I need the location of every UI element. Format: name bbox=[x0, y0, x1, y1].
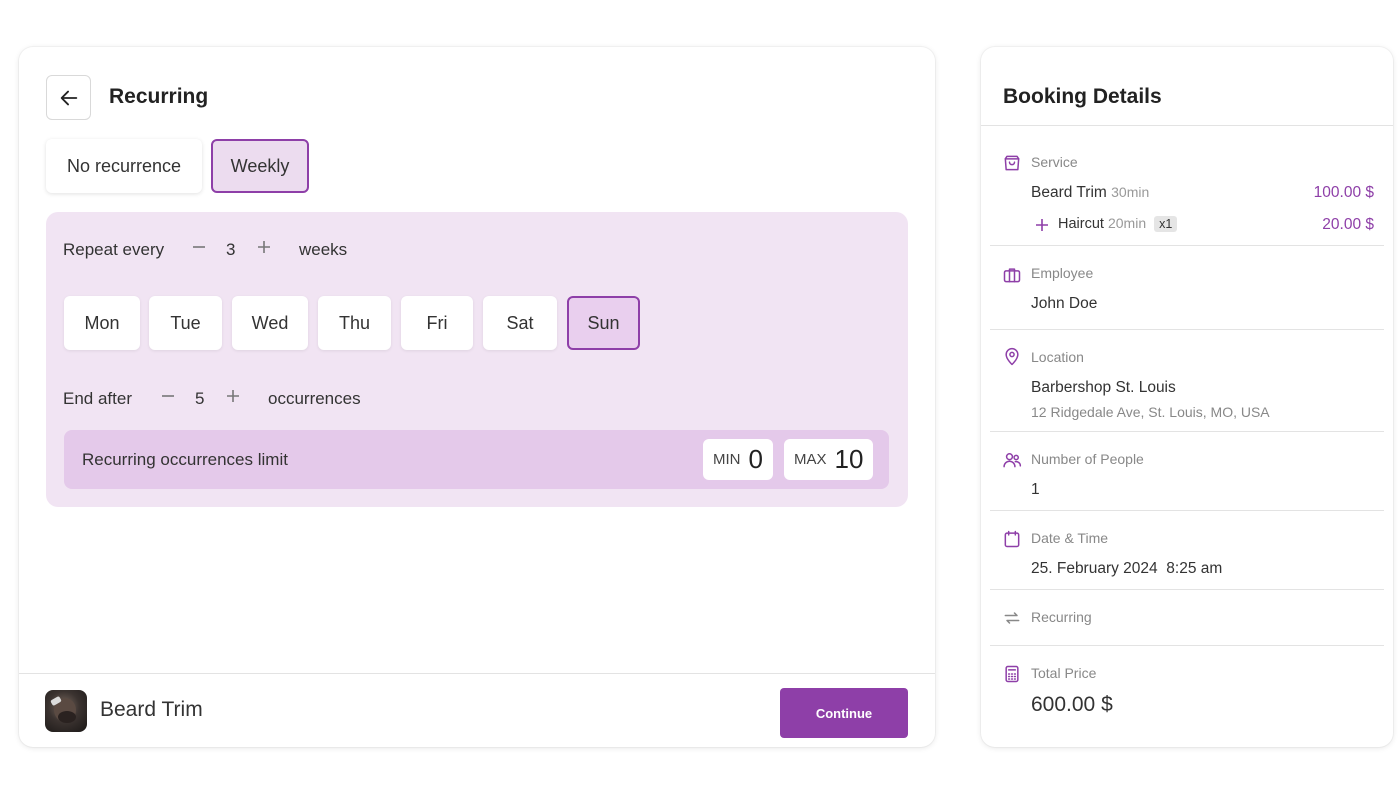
people-value: 1 bbox=[1031, 481, 1040, 498]
extra-quantity-badge: x1 bbox=[1154, 216, 1178, 232]
service-price: 100.00 $ bbox=[1313, 184, 1374, 201]
recurring-card: Recurring No recurrence Weekly Repeat ev… bbox=[19, 47, 935, 747]
plus-icon bbox=[227, 390, 239, 402]
people-label: Number of People bbox=[1031, 451, 1144, 467]
end-after-unit-label: occurrences bbox=[268, 389, 361, 408]
header-divider bbox=[981, 125, 1393, 126]
day-sat[interactable]: Sat bbox=[483, 296, 557, 350]
divider bbox=[990, 245, 1384, 246]
page-title: Recurring bbox=[109, 85, 209, 108]
repeat-every-label: Repeat every bbox=[63, 240, 165, 259]
users-icon bbox=[1003, 453, 1022, 468]
total-label: Total Price bbox=[1031, 665, 1097, 681]
max-limit-box: MAX 10 bbox=[784, 439, 874, 480]
weekly-option[interactable]: Weekly bbox=[211, 139, 309, 193]
day-tue[interactable]: Tue bbox=[149, 296, 222, 350]
booking-details-title: Booking Details bbox=[1003, 85, 1162, 108]
min-value: 0 bbox=[748, 444, 763, 474]
shopping-bag-icon bbox=[1004, 155, 1020, 171]
service-duration: 30min bbox=[1111, 184, 1150, 200]
divider bbox=[990, 329, 1384, 330]
continue-button[interactable]: Continue bbox=[780, 688, 908, 738]
datetime-value: 25. February 2024 8:25 am bbox=[1031, 560, 1222, 578]
min-label: MIN bbox=[713, 451, 741, 468]
employee-label: Employee bbox=[1031, 265, 1094, 281]
divider bbox=[990, 431, 1384, 432]
day-fri[interactable]: Fri bbox=[401, 296, 473, 350]
day-wed[interactable]: Wed bbox=[232, 296, 308, 350]
plus-icon bbox=[258, 241, 270, 253]
recurrence-settings-panel: Repeat every 3 weeks Mon Tue Wed Thu Fri… bbox=[46, 212, 908, 507]
service-label: Service bbox=[1031, 154, 1078, 170]
day-sun[interactable]: Sun bbox=[567, 296, 640, 350]
service-name: Beard Trim bbox=[1031, 184, 1107, 201]
extra-line: Haircut 20min x1 bbox=[1058, 215, 1178, 232]
location-label: Location bbox=[1031, 349, 1084, 365]
time-value: 8:25 am bbox=[1166, 560, 1223, 577]
back-button[interactable] bbox=[46, 75, 91, 120]
minus-icon bbox=[193, 246, 205, 248]
end-after-value: 5 bbox=[195, 389, 205, 408]
no-recurrence-option[interactable]: No recurrence bbox=[46, 139, 202, 193]
footer-divider bbox=[19, 673, 935, 674]
occurrences-limit-bar: Recurring occurrences limit MIN 0 MAX 10 bbox=[64, 430, 889, 489]
extra-duration: 20min bbox=[1107, 215, 1147, 231]
minus-icon bbox=[162, 395, 174, 397]
calculator-icon bbox=[1005, 665, 1019, 683]
day-mon[interactable]: Mon bbox=[64, 296, 140, 350]
employee-value: John Doe bbox=[1031, 295, 1098, 312]
extra-price: 20.00 $ bbox=[1322, 216, 1374, 233]
repeat-icon bbox=[1004, 612, 1020, 624]
calendar-icon bbox=[1004, 530, 1020, 548]
footer-service-name: Beard Trim bbox=[100, 698, 203, 721]
end-after-label: End after bbox=[63, 389, 132, 408]
total-value: 600.00 $ bbox=[1031, 693, 1113, 716]
briefcase-icon bbox=[1003, 268, 1021, 283]
datetime-label: Date & Time bbox=[1031, 530, 1109, 546]
arrow-left-icon bbox=[60, 90, 77, 105]
day-thu[interactable]: Thu bbox=[318, 296, 391, 350]
recurring-label: Recurring bbox=[1031, 609, 1092, 625]
min-limit-box: MIN 0 bbox=[703, 439, 773, 480]
extra-name: Haircut bbox=[1058, 216, 1104, 232]
location-name: Barbershop St. Louis bbox=[1031, 379, 1176, 396]
max-value: 10 bbox=[834, 444, 864, 474]
repeat-unit-label: weeks bbox=[299, 240, 348, 259]
divider bbox=[990, 645, 1384, 646]
map-pin-icon bbox=[1005, 347, 1019, 366]
occurrences-limit-label: Recurring occurrences limit bbox=[82, 450, 288, 469]
end-after-increment-button[interactable] bbox=[225, 388, 241, 408]
service-avatar bbox=[45, 690, 87, 732]
divider bbox=[990, 510, 1384, 511]
location-address: 12 Ridgedale Ave, St. Louis, MO, USA bbox=[1031, 404, 1270, 420]
repeat-decrement-button[interactable] bbox=[191, 239, 207, 259]
repeat-increment-button[interactable] bbox=[256, 239, 272, 259]
divider bbox=[990, 589, 1384, 590]
date-value: 25. February 2024 bbox=[1031, 560, 1158, 577]
plus-icon bbox=[1036, 219, 1048, 231]
repeat-every-value: 3 bbox=[226, 240, 236, 259]
booking-details-card: Booking Details Service Beard Trim 30min… bbox=[981, 47, 1393, 747]
service-line: Beard Trim 30min bbox=[1031, 184, 1149, 202]
end-after-decrement-button[interactable] bbox=[160, 388, 176, 408]
max-label: MAX bbox=[794, 451, 827, 468]
